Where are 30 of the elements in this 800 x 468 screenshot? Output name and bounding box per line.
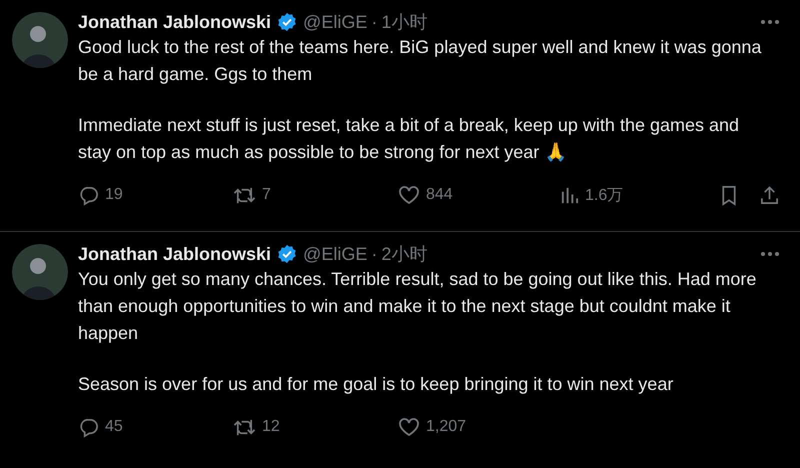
speech-bubble-icon[interactable] — [78, 416, 99, 438]
author-name[interactable]: Jonathan Jablonowski — [78, 244, 272, 264]
speech-bubble-icon[interactable] — [78, 184, 99, 206]
heart-icon[interactable] — [398, 185, 420, 205]
action-count: 7 — [262, 186, 271, 204]
timestamp[interactable]: 1小时 — [381, 10, 428, 34]
separator: · — [371, 12, 378, 32]
action-count: 19 — [105, 186, 123, 204]
tweet-text: You only get so many chances. Terrible result, sad to be going out like this. Had more than enough opportunities to win and make it to the next stage but couldnt make it happen — [78, 268, 758, 345]
heart-icon[interactable] — [398, 417, 420, 437]
bookmark-icon[interactable] — [720, 184, 738, 206]
action-count: 1.6万 — [585, 186, 624, 206]
action-count: 45 — [105, 418, 123, 436]
action-count: 844 — [426, 186, 453, 204]
bar-chart-icon[interactable] — [560, 186, 579, 204]
action-count: 1,207 — [426, 418, 466, 436]
author-name[interactable]: Jonathan Jablonowski — [78, 12, 272, 32]
action-count: 12 — [262, 418, 280, 436]
author-handle[interactable]: @EliGE — [303, 244, 368, 264]
avatar[interactable] — [12, 244, 68, 300]
more-icon[interactable] — [760, 19, 780, 25]
more-icon[interactable] — [760, 251, 780, 257]
tweet-text: Season is over for us and for me goal is to keep bringing it to win next year — [78, 373, 674, 396]
share-icon[interactable] — [760, 184, 779, 206]
timestamp[interactable]: 2小时 — [381, 242, 428, 266]
tweet-text: Good luck to the rest of the teams here. BiG played super well and knew it was gonna be a hard game. Ggs to them — [78, 36, 762, 86]
tweet-text: Immediate next stuff is just reset, take a bit of a break, keep up with the games and stay on top as much as possible to be strong for next year 🙏 — [78, 114, 740, 164]
separator: · — [371, 244, 378, 264]
avatar[interactable] — [12, 12, 68, 68]
author-handle[interactable]: @EliGE — [303, 12, 368, 32]
